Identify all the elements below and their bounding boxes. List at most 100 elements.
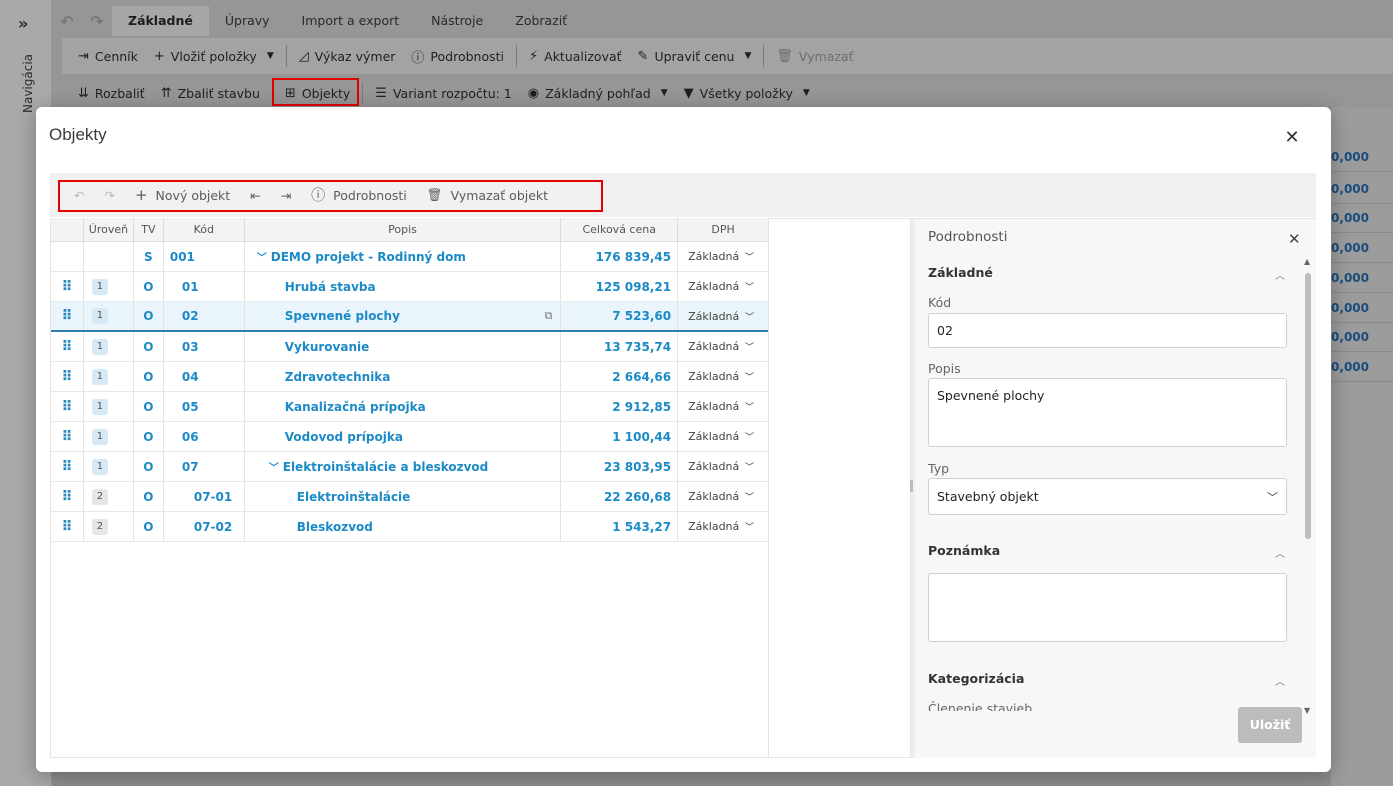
tab-nastroje[interactable]: Nástroje [415,6,499,36]
plus-icon: + [153,48,165,64]
bg-value: 0,000 [1331,204,1393,233]
chevron-up-icon[interactable]: ︿ [1275,545,1285,560]
splitter-handle[interactable] [910,480,913,492]
level-badge: 1 [91,368,108,385]
col-dph[interactable]: DPH [678,218,768,242]
col-uroven[interactable]: Úroveň [84,218,134,242]
drag-handle-icon[interactable] [51,242,84,271]
drag-handle-icon[interactable]: ⠿ [51,482,84,511]
save-button[interactable]: Uložiť [1238,707,1302,743]
kod-field[interactable]: 02 [928,313,1287,348]
vykaz-vymer-button[interactable]: ◿ Výkaz výmer [291,41,404,71]
table-row[interactable]: ⠿ 2 O 07-01 Elektroinštalácie 22 260,68 Základ… [51,482,768,512]
tab-zobrazit[interactable]: Zobraziť [499,6,583,36]
tv-cell: O [134,362,164,391]
table-row[interactable]: ⠿ 1 O 02 Spevnené plochy ⧉ 7 523,60 Základná ﹀ [51,302,768,332]
scroll-down-icon[interactable]: ▼ [1304,706,1310,715]
kod-cell: 05 [164,392,245,421]
table-row[interactable]: ⠿ 1 O 04 Zdravotechnika 2 664,66 Základná ﹀ [51,362,768,392]
dph-select[interactable]: Základná ﹀ [678,482,768,511]
podrobnosti-button[interactable]: ⓘ Podrobnosti [403,41,512,71]
table-row[interactable]: ⠿ 1 O 01 Hrubá stavba 125 098,21 Základná ﹀ [51,272,768,302]
close-icon[interactable]: ✕ [1282,129,1302,149]
upravit-cenu-button[interactable]: ✎ Upraviť cenu ▼ [630,41,760,71]
dph-select[interactable]: Základná ﹀ [678,272,768,301]
tab-zakladne[interactable]: Základné [112,6,209,36]
open-external-icon[interactable]: ⧉ [544,309,552,323]
aktualizovat-button[interactable]: ⚡ Aktualizovať [521,41,630,71]
popis-text: Elektroinštalácie [296,489,411,504]
chevron-down-icon[interactable]: ﹀ [257,249,267,264]
table-row[interactable]: ⠿ 2 O 07-02 Bleskozvod 1 543,27 Základná ﹀ [51,512,768,542]
section-kategorizacia[interactable]: Kategorizácia [928,671,1024,686]
scrollbar-thumb[interactable] [1305,273,1311,539]
dph-select[interactable]: Základná ﹀ [678,302,768,330]
poznamka-field[interactable] [928,573,1287,642]
dph-select[interactable]: Základná ﹀ [678,512,768,541]
tv-cell: O [134,422,164,451]
typ-select[interactable]: Stavebný objekt ﹀ [928,478,1287,515]
dph-select[interactable]: Základná ﹀ [678,362,768,391]
col-cena[interactable]: Celková cena [561,218,679,242]
section-zakladne[interactable]: Základné [928,265,993,280]
chevron-up-icon[interactable]: ︿ [1275,267,1285,282]
dph-select[interactable]: Základná ﹀ [678,422,768,451]
level-cell [84,242,134,271]
toolbar-highlight [58,180,603,212]
level-cell: 1 [84,452,134,481]
drag-handle-icon[interactable]: ⠿ [51,452,84,481]
table-row[interactable]: ⠿ 1 O 03 Vykurovanie 13 735,74 Základná ﹀ [51,332,768,362]
vymazat-button[interactable]: 🗑 Vymazať [768,41,861,71]
navigation-label[interactable]: Navigácia [21,54,35,113]
vlozit-polozky-button[interactable]: + Vložiť položky ▼ [146,41,282,71]
chevron-down-icon[interactable]: ﹀ [269,459,279,474]
table-row[interactable]: ⠿ 1 O 06 Vodovod prípojka 1 100,44 Základná ﹀ [51,422,768,452]
undo-icon[interactable]: ↶ [52,12,82,31]
chevron-down-icon: ﹀ [745,373,755,383]
tab-import-export[interactable]: Import a export [286,6,416,36]
polozky-filter-button[interactable]: ▼ Všetky položky ▼ [676,78,818,108]
drag-handle-icon[interactable]: ⠿ [51,512,84,541]
tab-upravy[interactable]: Úpravy [209,6,286,36]
section-poznamka[interactable]: Poznámka [928,543,1000,558]
table-row[interactable]: ⠿ 1 O 07 ﹀ Elektroinštalácie a bleskozvod 23 8… [51,452,768,482]
bg-value: 0,000 [1331,294,1393,323]
trash-icon: 🗑 [776,48,793,64]
drag-handle-icon[interactable]: ⠿ [51,302,84,330]
scroll-up-icon[interactable]: ▲ [1304,257,1310,266]
popis-text: Zdravotechnika [284,369,391,384]
table-row[interactable]: ⠿ 1 O 05 Kanalizačná prípojka 2 912,85 Základn… [51,392,768,422]
dph-select[interactable]: Základná ﹀ [678,242,768,271]
drag-handle-icon[interactable]: ⠿ [51,272,84,301]
rozbalit-button[interactable]: ⇊ Rozbaliť [70,78,153,108]
variant-button[interactable]: ☰ Variant rozpočtu: 1 [367,78,519,108]
level-cell: 1 [84,362,134,391]
chevron-up-icon[interactable]: ︿ [1275,673,1285,688]
cennik-button[interactable]: ⇥ Cenník [70,41,146,71]
dph-select[interactable]: Základná ﹀ [678,452,768,481]
col-popis[interactable]: Popis [245,218,562,242]
col-tv[interactable]: TV [134,218,164,242]
popis-field[interactable]: Spevnené plochy [928,378,1287,447]
grid-body: S 001 ﹀ DEMO projekt - Rodinný dom 176 839,4… [51,242,768,542]
redo-icon[interactable]: ↷ [82,12,112,31]
drag-handle-icon[interactable]: ⠿ [51,422,84,451]
details-scrollbar[interactable]: ▲ ▼ [1304,257,1312,715]
expand-navigation-icon[interactable]: » [18,14,28,33]
close-icon[interactable]: ✕ [1288,230,1301,248]
drag-handle-icon[interactable]: ⠿ [51,332,84,361]
divider [285,45,287,67]
zbalit-stavbu-button[interactable]: ⇈ Zbaliť stavbu [153,78,268,108]
chevron-down-icon: ▼ [802,88,810,98]
drag-handle-icon[interactable]: ⠿ [51,392,84,421]
col-kod[interactable]: Kód [164,218,245,242]
dph-select[interactable]: Základná ﹀ [678,332,768,361]
price-list-icon: ⇥ [78,48,89,64]
ribbon-tabs: ↶ ↷ Základné Úpravy Import a export Nást… [52,5,583,37]
table-row[interactable]: S 001 ﹀ DEMO projekt - Rodinný dom 176 839,4… [51,242,768,272]
pohlad-button[interactable]: ◉ Základný pohľad ▼ [520,78,676,108]
level-cell: 1 [84,272,134,301]
kod-cell: 04 [164,362,245,391]
dph-select[interactable]: Základná ﹀ [678,392,768,421]
drag-handle-icon[interactable]: ⠿ [51,362,84,391]
